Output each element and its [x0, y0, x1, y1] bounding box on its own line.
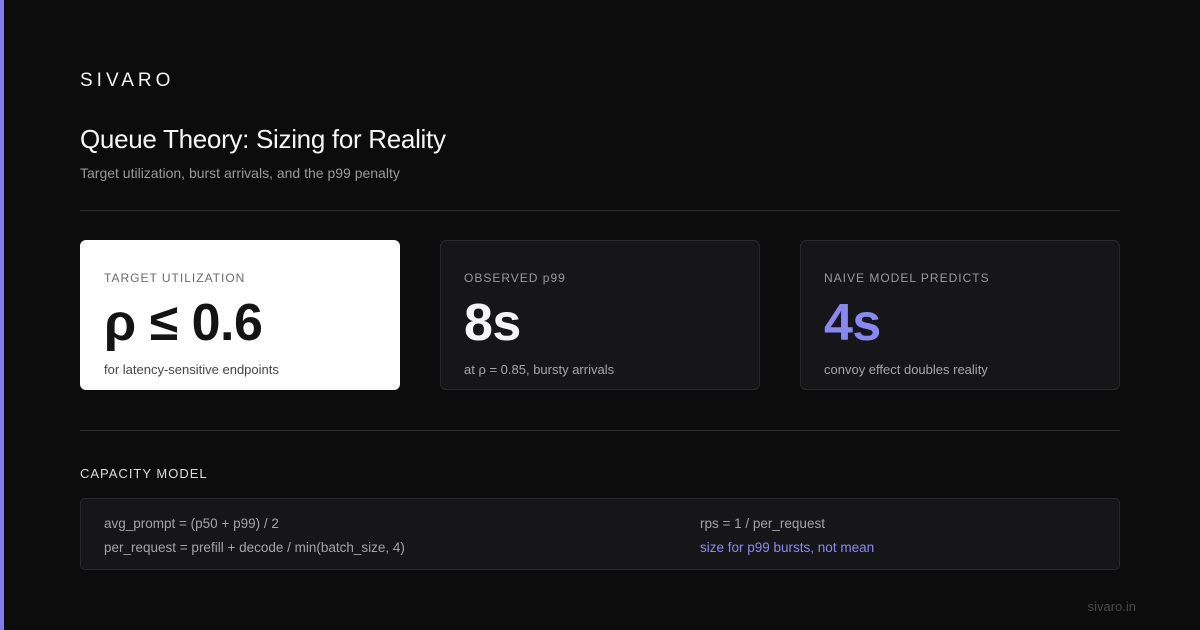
- page-title: Queue Theory: Sizing for Reality: [80, 124, 446, 154]
- card-note: convoy effect doubles reality: [824, 362, 988, 377]
- page-subtitle: Target utilization, burst arrivals, and …: [80, 165, 400, 181]
- formula-per-request: per_request = prefill + decode / min(bat…: [104, 540, 405, 555]
- card-value: 4s: [824, 294, 881, 352]
- card-label: OBSERVED p99: [464, 271, 566, 285]
- formula-rps: rps = 1 / per_request: [700, 516, 825, 531]
- capacity-model-heading: CAPACITY MODEL: [80, 466, 208, 481]
- card-note: at ρ = 0.85, bursty arrivals: [464, 362, 615, 377]
- capacity-model-box: avg_prompt = (p50 + p99) / 2 per_request…: [80, 498, 1120, 570]
- card-label: TARGET UTILIZATION: [104, 271, 246, 285]
- card-note: for latency-sensitive endpoints: [104, 362, 279, 377]
- sizing-guidance: size for p99 bursts, not mean: [700, 540, 875, 555]
- card-observed-p99: OBSERVED p99 8s at ρ = 0.85, bursty arri…: [440, 240, 760, 390]
- formula-avg-prompt: avg_prompt = (p50 + p99) / 2: [104, 516, 279, 531]
- footer-url: sivaro.in: [1087, 599, 1136, 614]
- card-label: NAIVE MODEL PREDICTS: [824, 271, 990, 285]
- section-divider: [80, 430, 1120, 431]
- card-value: 8s: [464, 294, 521, 352]
- card-value: ρ ≤ 0.6: [104, 294, 263, 352]
- brand-logo: SIVARO: [80, 70, 175, 91]
- card-naive-model: NAIVE MODEL PREDICTS 4s convoy effect do…: [800, 240, 1120, 390]
- header-divider: [80, 210, 1120, 211]
- accent-bar: [0, 0, 4, 630]
- card-target-utilization: TARGET UTILIZATION ρ ≤ 0.6 for latency-s…: [80, 240, 400, 390]
